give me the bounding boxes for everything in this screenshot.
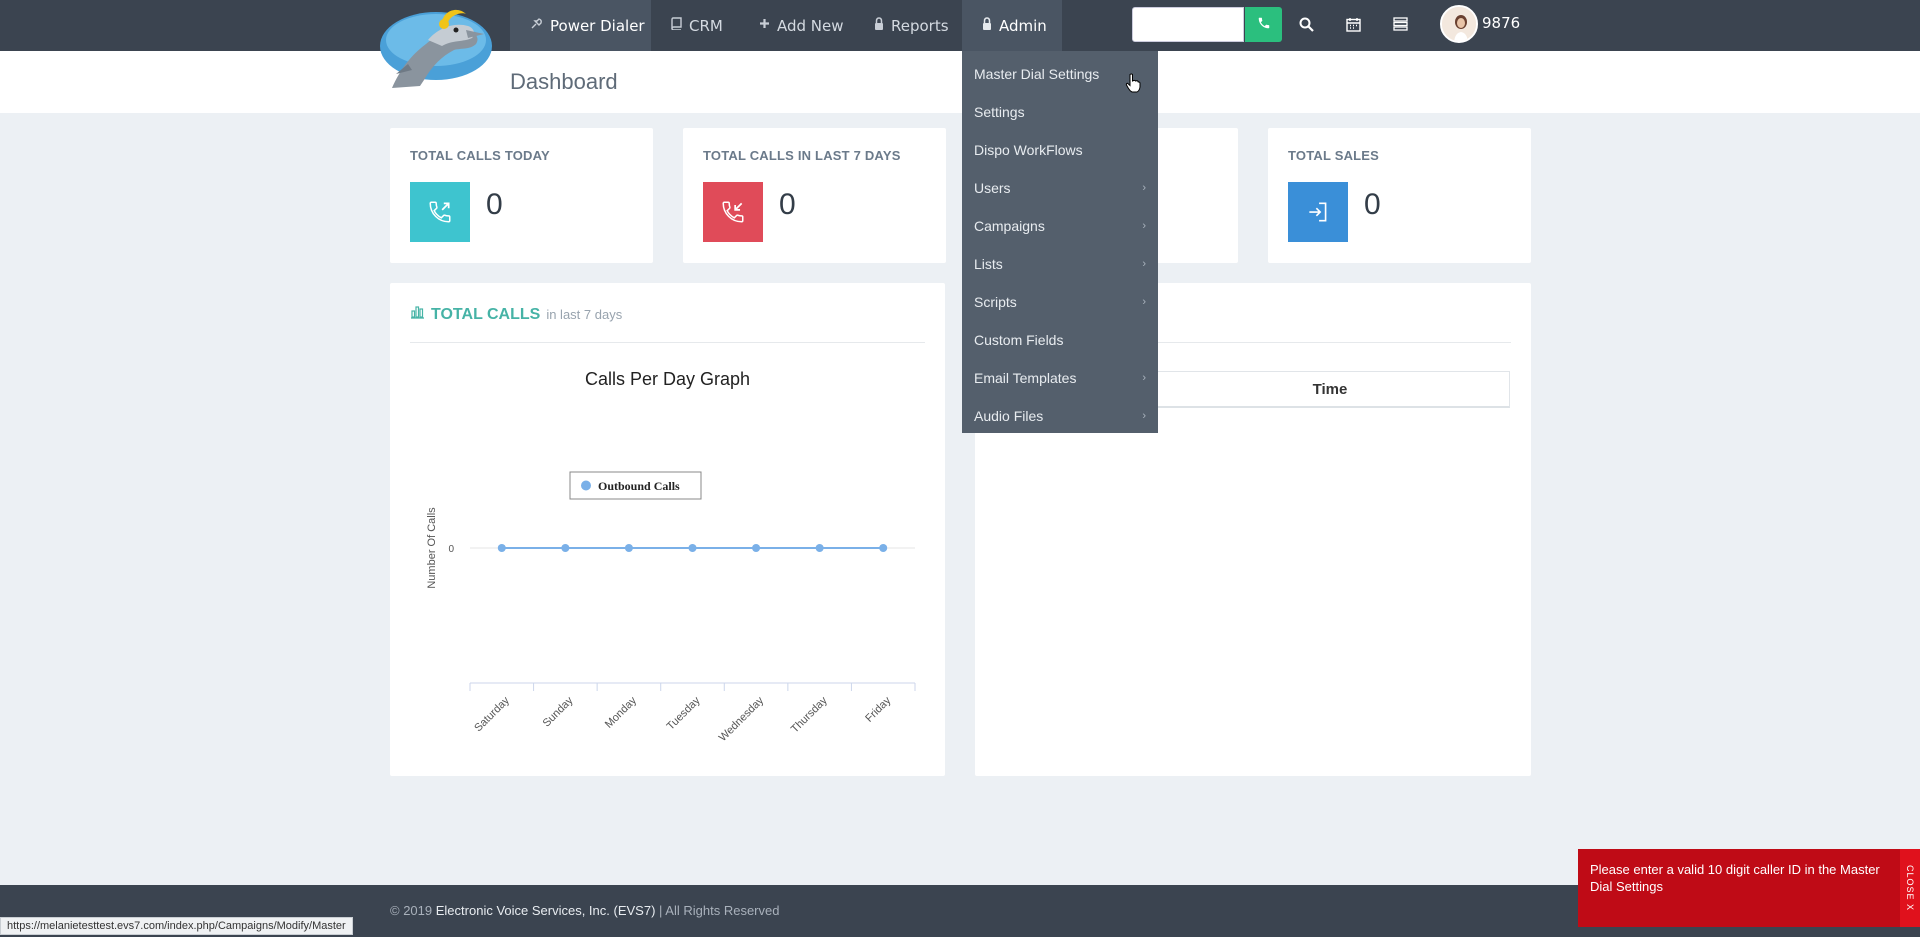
phone-number-input[interactable] (1132, 7, 1244, 42)
company-link[interactable]: Electronic Voice Services, Inc. (EVS7) (436, 903, 656, 918)
stat-value: 0 (1364, 188, 1381, 221)
nav-label: CRM (689, 16, 723, 35)
call-button[interactable] (1245, 7, 1282, 42)
x-tick-label: Sunday (541, 694, 576, 729)
admin-menu-label: Scripts (974, 294, 1017, 310)
nav-label: Admin (999, 16, 1047, 35)
admin-menu-item[interactable]: Campaigns › (962, 207, 1158, 245)
page-header (0, 51, 1920, 113)
admin-menu-item[interactable]: Email Templates › (962, 359, 1158, 397)
footer-copyright: © 2019 Electronic Voice Services, Inc. (… (390, 903, 779, 918)
admin-menu-item[interactable]: Audio Files › (962, 397, 1158, 435)
time-column-header: Time (1150, 371, 1510, 408)
x-tick-label: Friday (863, 694, 893, 724)
admin-menu-item[interactable]: Scripts › (962, 283, 1158, 321)
plus-icon (759, 18, 770, 33)
data-point (497, 544, 506, 552)
phone-icon (1257, 16, 1271, 34)
nav-label: Power Dialer (550, 16, 645, 35)
dolphin-logo[interactable] (372, 0, 496, 92)
lock-icon (982, 17, 992, 34)
chevron-right-icon: › (1142, 220, 1146, 232)
status-bar-url: https://melanietesttest.evs7.com/index.p… (0, 917, 353, 935)
admin-menu-label: Settings (974, 104, 1025, 120)
avatar[interactable] (1440, 5, 1478, 43)
admin-menu-label: Campaigns (974, 218, 1045, 234)
y-tick-label: 0 (448, 544, 454, 555)
x-tick-label: Wednesday (717, 694, 767, 744)
data-point (879, 544, 888, 552)
nav-label: Add New (777, 16, 844, 35)
admin-menu-item[interactable]: Settings (962, 93, 1158, 131)
nav-label: Reports (891, 16, 949, 35)
x-tick-label: Tuesday (665, 694, 703, 732)
stat-card-total-sales: TOTAL SALES 0 (1268, 128, 1531, 263)
error-toast: Please enter a valid 10 digit caller ID … (1578, 849, 1900, 927)
power-dialer-icon (530, 17, 543, 34)
top-navbar (0, 0, 1920, 51)
sign-in-icon (1288, 182, 1348, 242)
nav-crm[interactable]: CRM (670, 0, 723, 51)
x-tick-label: Monday (603, 694, 640, 731)
nav-admin[interactable]: Admin (962, 0, 1062, 51)
toast-close-button[interactable]: CLOSE X (1900, 849, 1920, 927)
x-tick-label: Thursday (789, 694, 830, 735)
chevron-right-icon: › (1142, 296, 1146, 308)
data-point (561, 544, 570, 552)
chevron-right-icon: › (1142, 258, 1146, 270)
admin-menu-label: Users (974, 180, 1011, 196)
admin-dropdown-menu: Master Dial Settings Settings Dispo WorkFl… (962, 51, 1158, 433)
stat-label: TOTAL CALLS IN LAST 7 DAYS (703, 148, 901, 163)
calendar-icon[interactable] (1342, 13, 1364, 35)
admin-menu-item[interactable]: Dispo WorkFlows (962, 131, 1158, 169)
chevron-right-icon: › (1142, 410, 1146, 422)
stat-value: 0 (486, 188, 503, 221)
stat-value: 0 (779, 188, 796, 221)
data-point (815, 544, 824, 552)
calls-per-day-chart: Outbound Calls Number Of Calls 0 Saturday Su… (426, 471, 916, 744)
nav-reports[interactable]: Reports (874, 0, 949, 51)
admin-menu-label: Dispo WorkFlows (974, 142, 1083, 158)
nav-power-dialer[interactable]: Power Dialer (510, 0, 651, 51)
reports-icon (874, 17, 884, 34)
incoming-call-icon (703, 182, 763, 242)
chevron-right-icon: › (1142, 182, 1146, 194)
admin-menu-label: Email Templates (974, 370, 1077, 386)
search-icon[interactable] (1295, 13, 1317, 35)
list-icon[interactable] (1389, 13, 1411, 35)
data-point (624, 544, 633, 552)
toast-message: Please enter a valid 10 digit caller ID … (1590, 862, 1880, 894)
stat-label: TOTAL SALES (1288, 148, 1380, 163)
legend-marker (581, 480, 591, 491)
admin-menu-label: Audio Files (974, 408, 1044, 424)
page-title: Dashboard (510, 69, 618, 94)
rights-text: | All Rights Reserved (659, 903, 780, 918)
stat-card-calls-7-days: TOTAL CALLS IN LAST 7 DAYS 0 (683, 128, 946, 263)
x-tick-label: Saturday (472, 694, 512, 734)
data-point (752, 544, 761, 552)
admin-menu-item[interactable]: Lists › (962, 245, 1158, 283)
admin-menu-item[interactable]: Users › (962, 169, 1158, 207)
stat-card-calls-today: TOTAL CALLS TODAY 0 (390, 128, 653, 263)
data-point (688, 544, 697, 552)
admin-menu-item[interactable]: Custom Fields (962, 321, 1158, 359)
mouse-cursor-icon (1125, 73, 1141, 97)
chevron-right-icon: › (1142, 372, 1146, 384)
admin-menu-label: Lists (974, 256, 1003, 272)
y-axis-label: Number Of Calls (426, 507, 438, 589)
nav-add-new[interactable]: Add New (759, 0, 844, 51)
total-calls-panel: TOTAL CALLS in last 7 days Calls Per Day… (390, 283, 945, 776)
user-id: 9876 (1482, 14, 1521, 32)
book-icon (670, 17, 682, 34)
admin-menu-label: Master Dial Settings (974, 66, 1100, 82)
outgoing-call-icon (410, 182, 470, 242)
stat-label: TOTAL CALLS TODAY (410, 148, 550, 163)
admin-menu-label: Custom Fields (974, 332, 1064, 348)
legend-label: Outbound Calls (598, 479, 680, 493)
copyright-year: © 2019 (390, 903, 433, 918)
